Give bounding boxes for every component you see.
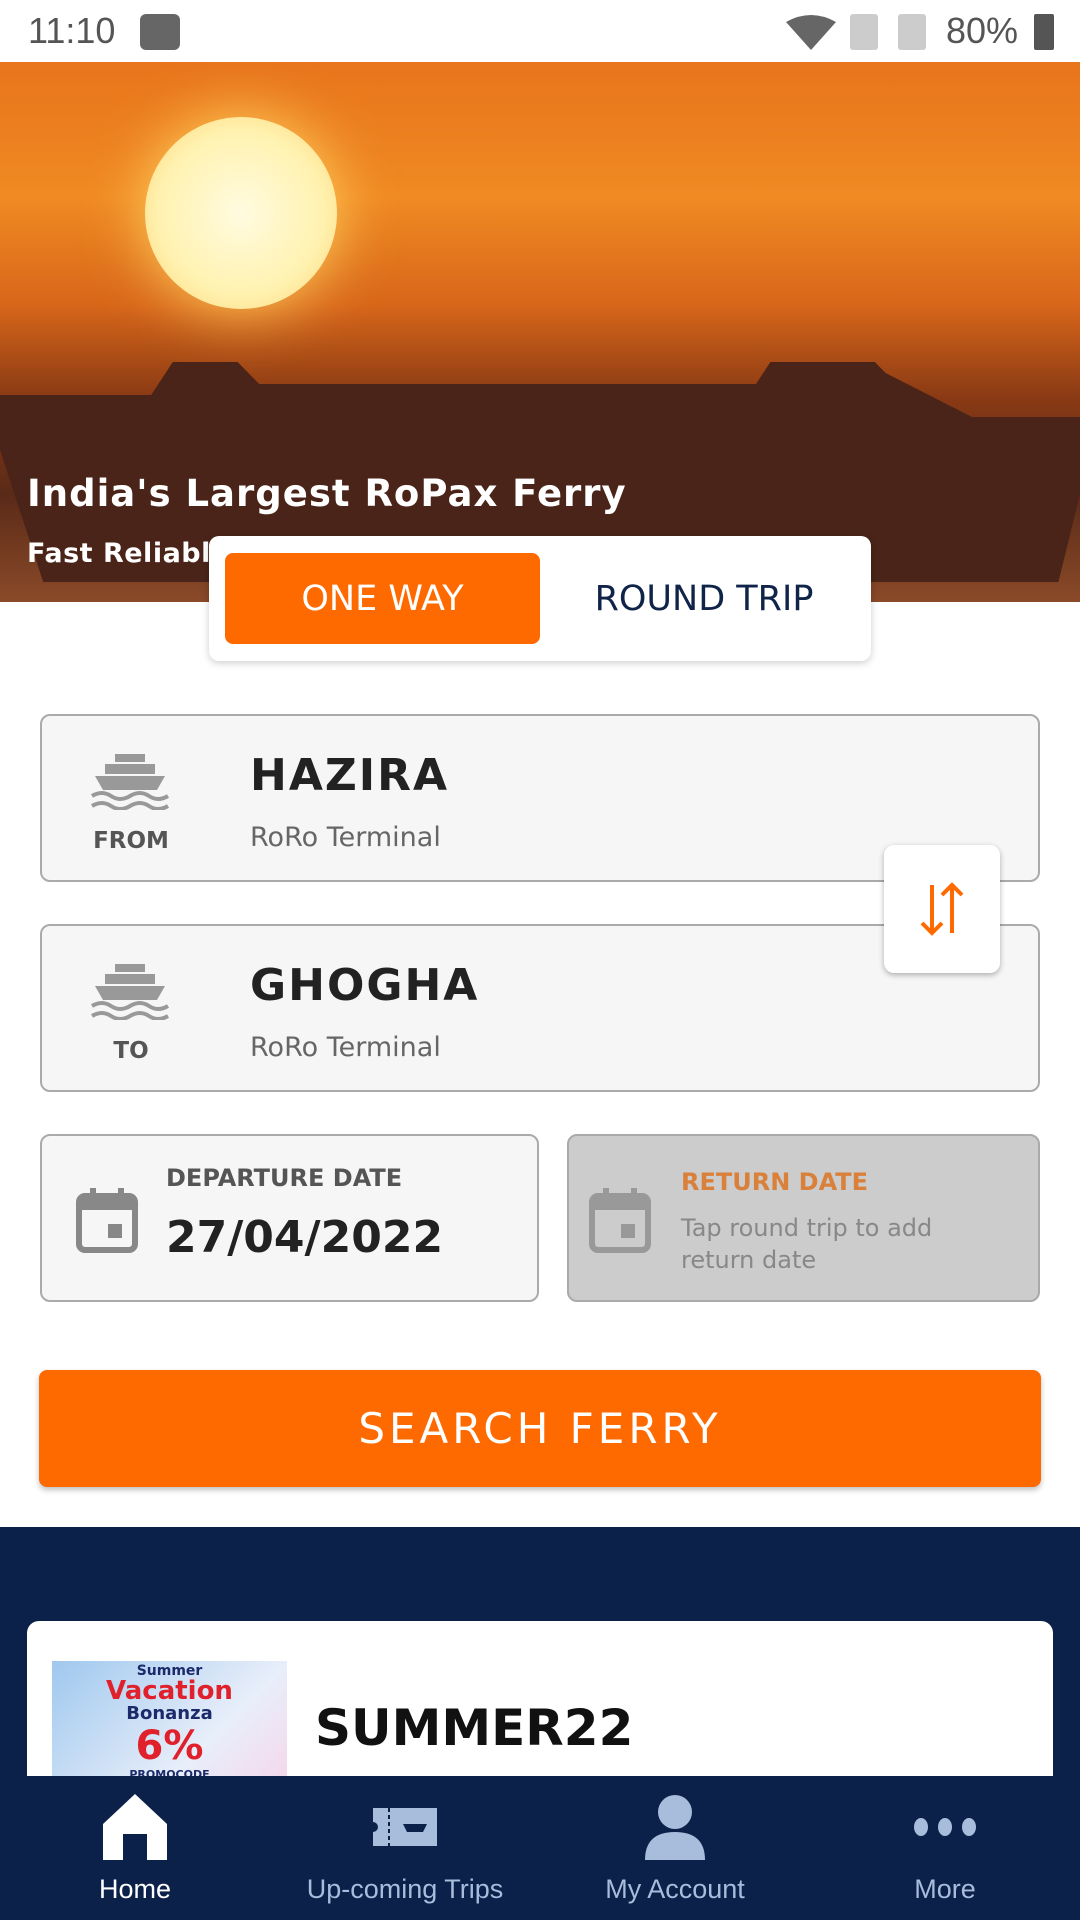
nav-my-account[interactable]: My Account <box>575 1776 775 1920</box>
sun-image <box>145 117 337 309</box>
one-way-tab[interactable]: ONE WAY <box>225 553 540 644</box>
from-terminal: RoRo Terminal <box>250 822 441 853</box>
calendar-icon <box>589 1188 651 1253</box>
return-hint: Tap round trip to add return date <box>681 1214 933 1274</box>
bottom-nav: Home Up-coming Trips My Account More <box>0 1776 1080 1920</box>
from-place: HAZIRA <box>250 750 450 801</box>
ferry-icon <box>90 754 170 810</box>
return-label: RETURN DATE <box>681 1168 869 1196</box>
clock: 11:10 <box>28 10 116 51</box>
swap-arrows-icon <box>920 882 964 936</box>
sim-icon <box>898 14 926 50</box>
ferry-icon <box>90 964 170 1020</box>
search-ferry-button[interactable]: SEARCH FERRY <box>39 1370 1041 1487</box>
more-icon <box>914 1818 976 1836</box>
to-terminal: RoRo Terminal <box>250 1032 441 1063</box>
home-icon <box>103 1794 167 1860</box>
departure-date-field[interactable]: DEPARTURE DATE 27/04/2022 <box>40 1134 539 1302</box>
hero-title: India's Largest RoPax Ferry <box>27 472 627 515</box>
from-label: FROM <box>93 828 169 854</box>
calendar-icon <box>76 1188 138 1253</box>
promo-code: SUMMER22 <box>315 1699 634 1757</box>
to-place: GHOGHA <box>250 960 480 1011</box>
to-label: TO <box>113 1038 149 1064</box>
swap-button[interactable] <box>884 845 1000 973</box>
nav-more[interactable]: More <box>850 1776 1040 1920</box>
nav-home[interactable]: Home <box>40 1776 230 1920</box>
round-trip-tab[interactable]: ROUND TRIP <box>549 553 859 644</box>
departure-label: DEPARTURE DATE <box>166 1164 403 1192</box>
ticket-icon <box>373 1808 437 1846</box>
trip-type-toggle: ONE WAY ROUND TRIP <box>209 536 871 661</box>
nav-upcoming-trips[interactable]: Up-coming Trips <box>280 1776 530 1920</box>
user-icon <box>645 1795 705 1860</box>
hero-banner: India's Largest RoPax Ferry Fast Reliabl… <box>0 62 1080 602</box>
battery-percent: 80% <box>946 10 1019 51</box>
departure-date-value: 27/04/2022 <box>166 1212 444 1263</box>
return-date-field[interactable]: RETURN DATE Tap round trip to add return… <box>567 1134 1040 1302</box>
wifi-icon <box>786 15 836 50</box>
status-bar: 11:10 80% <box>0 0 1080 62</box>
teams-icon <box>140 14 180 50</box>
battery-icon <box>1034 14 1054 50</box>
sim-icon <box>850 14 878 50</box>
